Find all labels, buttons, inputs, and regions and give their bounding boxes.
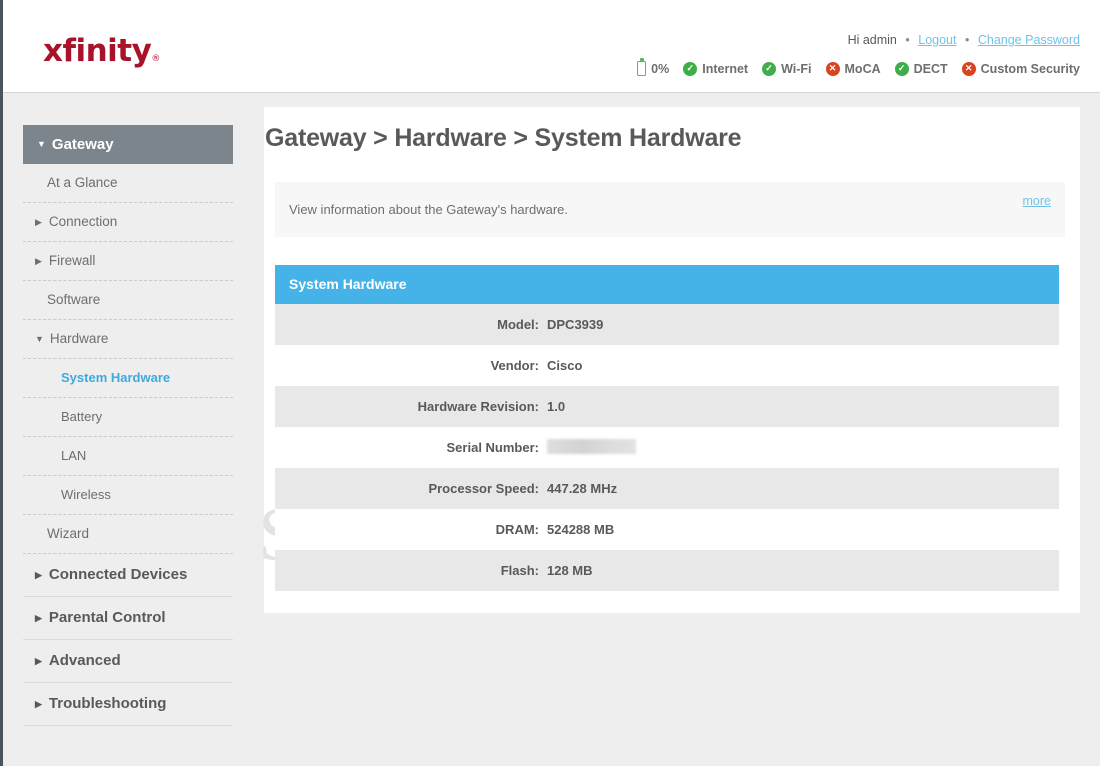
greeting-label: Hi admin bbox=[847, 33, 897, 47]
sidebar-item-connected-devices[interactable]: ▶ Connected Devices bbox=[23, 554, 233, 597]
row-value-redacted bbox=[547, 438, 636, 457]
sidebar-item-gateway[interactable]: ▼ Gateway bbox=[23, 125, 233, 164]
chevron-right-icon: ▶ bbox=[35, 699, 42, 709]
row-label: Vendor: bbox=[490, 358, 539, 373]
table-row: DRAM: 524288 MB bbox=[275, 509, 1059, 550]
sidebar-item-label: Wizard bbox=[47, 526, 90, 541]
status-label-internet: Internet bbox=[702, 61, 749, 76]
row-label: Serial Number: bbox=[446, 440, 539, 455]
separator-dot: • bbox=[964, 33, 970, 47]
row-value: 128 MB bbox=[547, 563, 593, 578]
sidebar-item-parental-control[interactable]: ▶ Parental Control bbox=[23, 597, 233, 640]
table-row: Hardware Revision: 1.0 bbox=[275, 386, 1059, 427]
logo-trademark: ® bbox=[151, 54, 160, 64]
redacted-block bbox=[547, 438, 636, 454]
table-row: Vendor: Cisco bbox=[275, 345, 1059, 386]
status-label-wifi: Wi-Fi bbox=[781, 61, 812, 76]
sidebar-item-label: Gateway bbox=[51, 136, 114, 153]
sidebar-item-label: Advanced bbox=[48, 652, 121, 669]
sidebar-item-at-a-glance[interactable]: At a Glance bbox=[23, 164, 233, 203]
sidebar-item-label: Troubleshooting bbox=[48, 695, 167, 712]
row-label: DRAM: bbox=[495, 522, 539, 537]
row-label: Flash: bbox=[500, 563, 539, 578]
chevron-right-icon: ▶ bbox=[35, 256, 42, 266]
row-label: Processor Speed: bbox=[428, 481, 539, 496]
sidebar-item-label: At a Glance bbox=[47, 175, 118, 190]
chevron-right-icon: ▶ bbox=[35, 613, 42, 623]
check-circle-icon: ✓ bbox=[762, 61, 777, 76]
x-circle-icon: ✕ bbox=[961, 61, 976, 76]
page-left-border bbox=[0, 0, 3, 766]
description-text: View information about the Gateway's har… bbox=[289, 202, 569, 217]
sidebar-nav: ▼ Gateway At a Glance ▶ Connection ▶ Firewa… bbox=[23, 125, 233, 726]
sidebar-item-label: LAN bbox=[61, 448, 87, 463]
sidebar-item-label: Battery bbox=[61, 409, 103, 424]
chevron-down-icon: ▼ bbox=[37, 139, 46, 149]
logout-link[interactable]: Logout bbox=[918, 33, 956, 47]
status-label-dect: DECT bbox=[913, 61, 948, 76]
system-hardware-panel: System Hardware Model: DPC3939 Vendor: C… bbox=[275, 265, 1059, 591]
status-label-custom-security: Custom Security bbox=[980, 61, 1080, 76]
sidebar-item-label: Firewall bbox=[48, 253, 96, 268]
table-row: Model: DPC3939 bbox=[275, 304, 1059, 345]
sidebar-item-software[interactable]: Software bbox=[23, 281, 233, 320]
logo-text: xfinity bbox=[43, 33, 152, 69]
chevron-down-icon: ▼ bbox=[35, 334, 44, 344]
page-header: xfinity® Hi admin • Logout • Change Pass… bbox=[3, 0, 1100, 93]
sidebar-item-firewall[interactable]: ▶ Firewall bbox=[23, 242, 233, 281]
sidebar-item-advanced[interactable]: ▶ Advanced bbox=[23, 640, 233, 683]
sidebar-item-label: System Hardware bbox=[61, 370, 171, 385]
row-value: Cisco bbox=[547, 358, 583, 373]
status-internet: ✓ Internet bbox=[683, 61, 749, 76]
sidebar-item-label: Connected Devices bbox=[48, 566, 188, 583]
battery-percent-label: 0% bbox=[651, 61, 670, 76]
status-label-moca: MoCA bbox=[844, 61, 881, 76]
sidebar-item-wizard[interactable]: Wizard bbox=[23, 515, 233, 554]
page-title: Gateway > Hardware > System Hardware bbox=[265, 124, 742, 152]
row-value: 1.0 bbox=[547, 399, 566, 414]
status-custom-security: ✕ Custom Security bbox=[961, 61, 1080, 76]
check-circle-icon: ✓ bbox=[894, 61, 909, 76]
battery-icon bbox=[637, 58, 647, 76]
table-row: Flash: 128 MB bbox=[275, 550, 1059, 591]
table-row: Serial Number: bbox=[275, 427, 1059, 468]
sidebar-item-battery[interactable]: Battery bbox=[23, 398, 233, 437]
change-password-link[interactable]: Change Password bbox=[978, 33, 1080, 47]
separator-dot: • bbox=[905, 33, 910, 47]
chevron-right-icon: ▶ bbox=[35, 217, 42, 227]
check-circle-icon: ✓ bbox=[683, 61, 698, 76]
row-value: 447.28 MHz bbox=[547, 481, 618, 496]
user-bar: Hi admin • Logout • Change Password bbox=[848, 33, 1080, 47]
chevron-right-icon: ▶ bbox=[35, 570, 42, 580]
status-wifi: ✓ Wi-Fi bbox=[762, 61, 812, 76]
sidebar-item-label: Connection bbox=[48, 214, 118, 229]
sidebar-item-label: Software bbox=[47, 292, 101, 307]
sidebar-item-hardware[interactable]: ▼ Hardware bbox=[23, 320, 233, 359]
xfinity-logo: xfinity® bbox=[43, 33, 160, 69]
status-battery: 0% bbox=[637, 58, 670, 76]
status-dect: ✓ DECT bbox=[894, 61, 948, 76]
sidebar-item-system-hardware[interactable]: System Hardware bbox=[23, 359, 233, 398]
more-link[interactable]: more bbox=[1023, 194, 1051, 208]
sidebar-item-lan[interactable]: LAN bbox=[23, 437, 233, 476]
chevron-right-icon: ▶ bbox=[35, 656, 42, 666]
table-row: Processor Speed: 447.28 MHz bbox=[275, 468, 1059, 509]
sidebar-item-label: Hardware bbox=[49, 331, 109, 346]
row-value: DPC3939 bbox=[547, 317, 604, 332]
sidebar-item-connection[interactable]: ▶ Connection bbox=[23, 203, 233, 242]
sidebar-item-label: Parental Control bbox=[48, 609, 166, 626]
row-label: Model: bbox=[497, 317, 539, 332]
sidebar-item-wireless[interactable]: Wireless bbox=[23, 476, 233, 515]
x-circle-icon: ✕ bbox=[825, 61, 840, 76]
row-value: 524288 MB bbox=[547, 522, 615, 537]
sidebar-item-troubleshooting[interactable]: ▶ Troubleshooting bbox=[23, 683, 233, 726]
status-bar: 0% ✓ Internet ✓ Wi-Fi ✕ MoCA ✓ DECT ✕ Cu… bbox=[637, 58, 1080, 76]
panel-title: System Hardware bbox=[275, 265, 1059, 304]
description-box: View information about the Gateway's har… bbox=[275, 182, 1065, 237]
status-moca: ✕ MoCA bbox=[825, 61, 881, 76]
sidebar-item-label: Wireless bbox=[61, 487, 111, 502]
row-label: Hardware Revision: bbox=[417, 399, 539, 414]
